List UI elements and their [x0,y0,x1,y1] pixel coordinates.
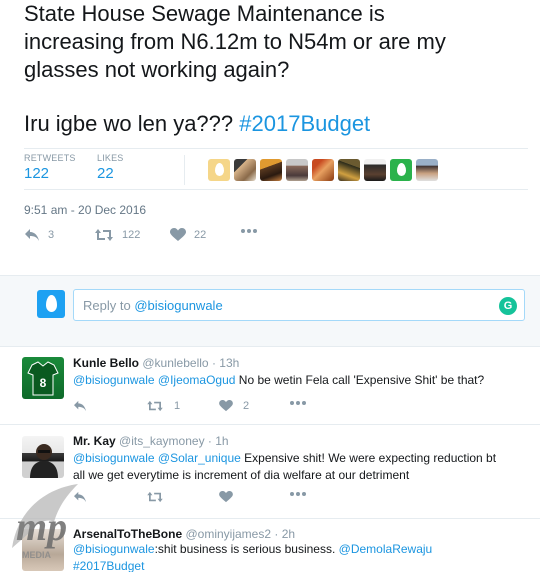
retweets-value: 122 [24,165,50,182]
avatar[interactable] [312,159,334,181]
reply-input[interactable]: Reply to @bisiogunwale G [73,289,525,321]
more-icon [290,401,306,405]
retweet-icon [147,491,163,503]
svg-text:8: 8 [40,376,47,390]
reply-header: Mr. Kay @its_kaymoney · 1h [73,434,229,448]
reply-time[interactable]: · 13h [212,356,239,370]
reply-body-line2: all we get everytime is increment of dia… [73,468,410,482]
grammarly-icon[interactable]: G [499,297,517,315]
retweet-button[interactable]: 1 [146,400,180,412]
reply-actions [73,491,513,507]
avatar[interactable] [234,159,256,181]
tweet-line: State House Sewage Maintenance is [24,1,385,26]
like-count: 22 [194,229,207,241]
reply-author-name[interactable]: ArsenalToTheBone [73,527,182,541]
reply-handle: @bisiogunwale [134,298,223,313]
reply-author-handle[interactable]: @its_kaymoney [119,434,205,448]
jersey-icon: 8 [27,361,59,396]
avatar[interactable]: 8 [22,357,64,399]
avatar[interactable] [390,159,412,181]
reply-text: @bisiogunwale @IjeomaOgud No be wetin Fe… [73,372,528,389]
retweet-icon [147,400,163,412]
reply-time[interactable]: · 1h [208,434,229,448]
like-button[interactable]: 22 [170,228,206,242]
mention-link[interactable]: @bisiogunwale @Solar_unique [73,451,241,465]
reply-placeholder: Reply to [83,298,135,313]
like-button[interactable]: 2 [219,400,249,412]
avatar[interactable] [208,159,230,181]
tweet-line-text: Iru igbe wo len ya??? [24,111,240,136]
more-icon [241,229,257,233]
tweet-line: glasses not working again? [24,57,290,82]
stats-divider [184,155,185,185]
heart-icon [219,491,233,503]
like-button[interactable] [219,491,233,503]
more-icon [290,492,306,496]
reply-header: Kunle Bello @kunlebello · 13h [73,356,239,370]
reply-author-handle[interactable]: @ominyijames2 [185,527,271,541]
user-avatar [37,290,65,318]
retweets-label: RETWEETS [24,153,76,163]
watermark-logo: mp MEDIA [8,478,88,572]
mp-logo-icon: mp MEDIA [12,484,78,560]
tweet-text: State House Sewage Maintenance is increa… [24,0,524,138]
reply-button[interactable] [73,400,87,412]
avatar[interactable] [416,159,438,181]
reply-button[interactable]: 3 [24,228,54,242]
more-button[interactable] [289,400,307,406]
reply-body: :shit business is serious business. [154,542,339,556]
mention-link[interactable]: @DemolaRewaju [339,542,433,556]
logo-letters: mp [16,504,67,549]
divider [0,424,540,425]
likes-label: LIKES [97,153,124,163]
likes-stat[interactable]: LIKES 22 [97,153,124,182]
reply-count: 3 [48,229,55,241]
avatar[interactable] [260,159,282,181]
tweet-actions: 3 122 22 [24,228,524,248]
liker-avatars [208,159,438,181]
more-button[interactable] [240,228,258,234]
avatar[interactable] [286,159,308,181]
retweets-stat[interactable]: RETWEETS 122 [24,153,76,182]
likes-value: 22 [97,165,114,182]
reply-icon [25,229,39,241]
reply-header: ArsenalToTheBone @ominyijames2 · 2h [73,527,295,541]
retweet-button[interactable] [146,491,164,503]
tweet-line: increasing from N6.12m to N54m or are my [24,29,446,54]
retweet-icon [95,229,113,241]
like-count: 2 [243,400,250,412]
hashtag-link[interactable]: #2017Budget [239,111,370,136]
avatar[interactable] [338,159,360,181]
reply-actions: 1 2 [73,400,513,416]
reply-body: No be wetin Fela call 'Expensive Shit' b… [235,373,485,387]
mention-link[interactable]: @bisiogunwale @IjeomaOgud [73,373,235,387]
retweet-count: 122 [122,229,141,241]
heart-icon [219,400,233,412]
retweet-count: 1 [174,400,181,412]
reply-author-handle[interactable]: @kunlebello [142,356,208,370]
avatar[interactable] [364,159,386,181]
tweet-timestamp[interactable]: 9:51 am - 20 Dec 2016 [24,203,146,217]
tweet-stats: RETWEETS 122 LIKES 22 [24,148,528,190]
heart-icon [170,228,186,241]
retweet-button[interactable]: 122 [94,228,140,242]
logo-subtext: MEDIA [22,550,52,560]
reply-body: Expensive shit! We were expecting reduct… [240,451,497,465]
reply-time[interactable]: · 2h [274,527,295,541]
reply-icon [74,400,86,412]
divider [0,346,540,347]
tweet-line-4: Iru igbe wo len ya??? #2017Budget [24,110,524,138]
person-photo-icon [30,444,58,478]
avatar[interactable] [22,436,64,478]
reply-text: @bisiogunwale @Solar_unique Expensive sh… [73,450,528,484]
more-button[interactable] [289,491,307,497]
reply-author-name[interactable]: Mr. Kay [73,434,116,448]
reply-text: @bisiogunwale:shit business is serious b… [73,541,528,572]
reply-author-name[interactable]: Kunle Bello [73,356,139,370]
